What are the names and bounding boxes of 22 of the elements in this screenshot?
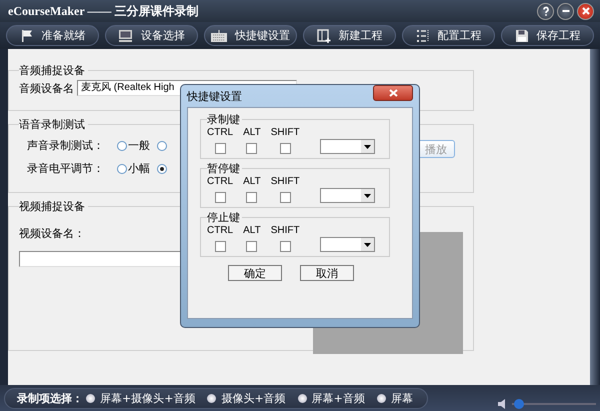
record-options-label: 录制项选择： bbox=[17, 390, 83, 406]
modifier-label: CTRL bbox=[207, 176, 234, 187]
modifier-label: CTRL bbox=[207, 225, 234, 236]
group-title: 语音录制测试 bbox=[19, 117, 86, 132]
window-title: eCourseMaker —— 三分屏课件录制 bbox=[8, 2, 198, 20]
group-title: 停止键 bbox=[207, 210, 241, 225]
option-label: 声音录制测试： bbox=[27, 138, 105, 153]
modifier-label: ALT bbox=[243, 127, 261, 138]
group-title: 暂停键 bbox=[207, 161, 241, 176]
modifier-label: ALT bbox=[243, 225, 261, 236]
modifier-label: SHIFT bbox=[270, 127, 300, 138]
group-title: 音频捕捉设备 bbox=[19, 63, 86, 78]
option-label: 录音电平调节： bbox=[27, 161, 105, 176]
modifier-label: SHIFT bbox=[270, 176, 300, 187]
dialog-title: 快捷键设置 bbox=[187, 88, 242, 104]
field-label: 音频设备名 bbox=[19, 80, 74, 96]
modifier-label: SHIFT bbox=[270, 225, 300, 236]
field-label: 视频设备名： bbox=[19, 226, 86, 241]
modifier-label: ALT bbox=[243, 176, 261, 187]
group-title: 视频捕捉设备 bbox=[19, 199, 86, 214]
group-title: 录制键 bbox=[207, 112, 241, 127]
modifier-label: CTRL bbox=[207, 127, 234, 138]
